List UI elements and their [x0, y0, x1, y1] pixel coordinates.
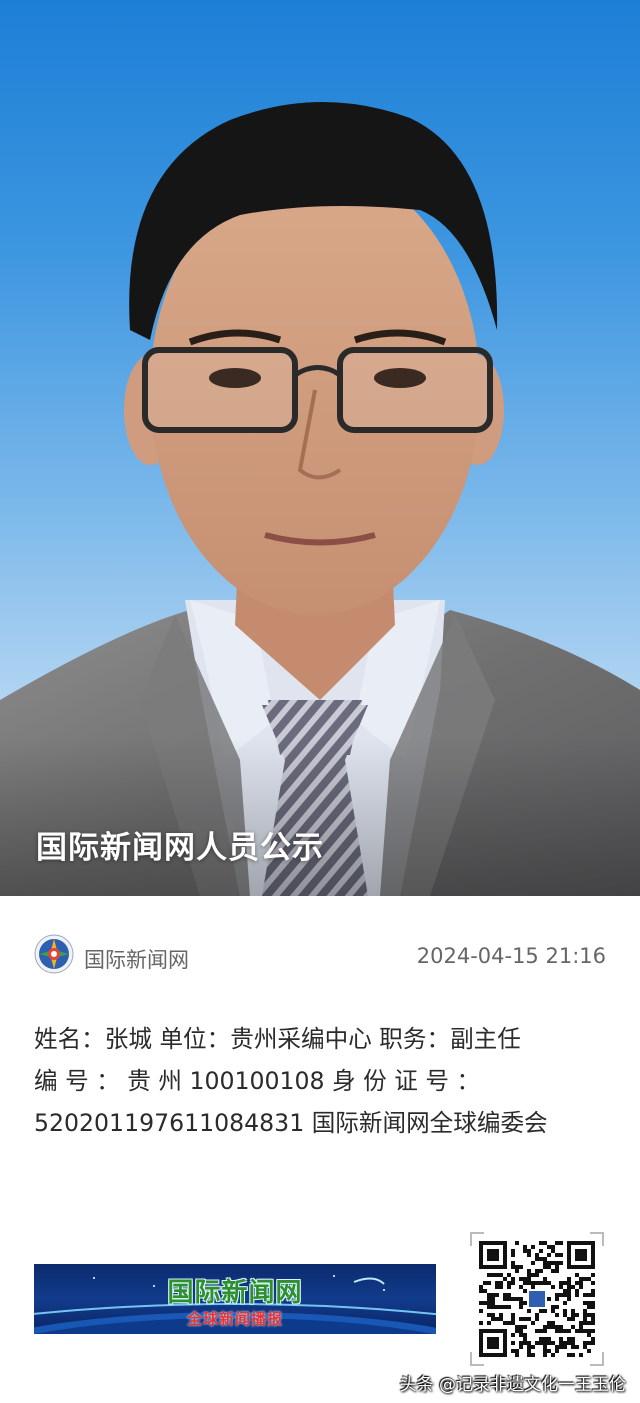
profile-line-2: 编 号 ： 贵 州 100100108 身 份 证 号 ： [34, 1060, 606, 1102]
profile-line-2-part: 身 [332, 1067, 356, 1095]
publish-time: 2024-04-15 21:16 [416, 944, 606, 968]
globe-logo-icon[interactable] [34, 934, 74, 974]
footer-watermark: 头条 @记录非遗文化一王玉伦 [399, 1375, 626, 1395]
profile-line-1: 姓名：张城 单位：贵州采编中心 职务：副主任 [34, 1025, 521, 1053]
qr-code-icon[interactable] [470, 1232, 604, 1366]
profile-text: 姓名：张城 单位：贵州采编中心 职务：副主任 编 号 ： 贵 州 1001001… [34, 1018, 606, 1144]
profile-line-2-part: 州 [158, 1067, 182, 1095]
profile-line-2-part: ： [456, 1067, 481, 1095]
profile-line-2-part: 100100108 [189, 1067, 325, 1095]
banner-subtitle: 全球新闻播报 [186, 1310, 283, 1328]
hero-caption: 国际新闻网人员公示 [36, 830, 324, 866]
news-banner[interactable]: 国际新闻网 全球新闻播报 [34, 1264, 436, 1334]
hero-photo: 国际新闻网人员公示 [0, 0, 640, 896]
profile-line-2-part: 号 [65, 1067, 89, 1095]
source-name[interactable]: 国际新闻网 [84, 944, 189, 974]
banner-title: 国际新闻网 [167, 1278, 303, 1308]
profile-line-3: 520201197611084831 国际新闻网全球编委会 [34, 1109, 548, 1137]
source-row: 国际新闻网 2024-04-15 21:16 [34, 932, 606, 976]
profile-line-2-part: ： [96, 1067, 120, 1095]
profile-line-2-part: 证 [394, 1067, 418, 1095]
profile-line-2-part: 贵 [127, 1067, 151, 1095]
profile-line-2-part: 份 [363, 1067, 387, 1095]
profile-line-2-part: 编 [34, 1067, 58, 1095]
profile-line-2-part: 号 [425, 1067, 449, 1095]
hero-shadow [0, 736, 640, 896]
